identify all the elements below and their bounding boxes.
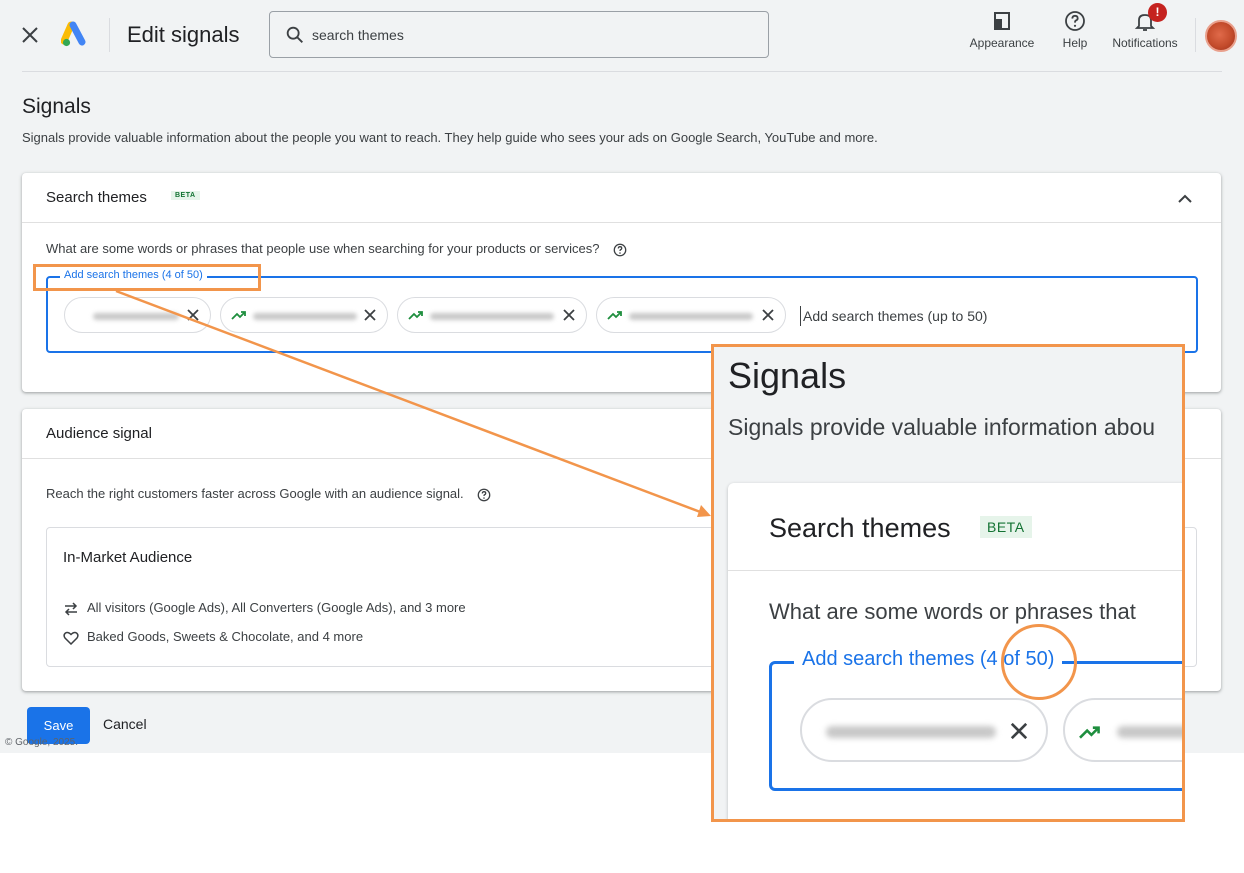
cancel-button[interactable]: Cancel [103,716,147,732]
audience-row-visitors: All visitors (Google Ads), All Converter… [63,600,466,616]
add-search-theme-input[interactable] [800,306,1180,326]
redacted-text [1117,726,1182,738]
appearance-icon [994,12,1010,30]
redacted-text [629,313,753,320]
zoom-field: Add search themes (4 of 50) [769,648,1182,791]
redacted-text [253,313,357,320]
zoom-beta-badge: BETA [980,516,1032,538]
trending-up-icon [408,311,423,320]
signals-heading: Signals [22,95,91,118]
notifications-button[interactable]: Notifications ! [1106,3,1184,50]
swap-arrows-icon [64,602,78,616]
zoom-callout: Signals Signals provide valuable informa… [711,344,1185,822]
annotation-circle [1001,624,1077,700]
remove-chip-icon[interactable] [759,306,777,324]
avatar[interactable] [1205,20,1237,52]
zoom-search-themes-card: Search themes BETA What are some words o… [728,483,1182,819]
remove-chip-icon [1010,722,1028,740]
remove-chip-icon[interactable] [361,306,379,324]
search-icon [286,26,303,43]
signals-description: Signals provide valuable information abo… [22,130,878,145]
redacted-text [430,313,554,320]
search-input[interactable] [312,23,742,47]
zoom-heading: Signals [728,355,847,396]
google-ads-logo-icon[interactable] [60,21,89,49]
search-themes-header[interactable]: Search themes BETA [22,173,1221,223]
help-circle-icon[interactable] [477,488,491,502]
zoom-card-title: Search themes [769,513,951,543]
top-bar: Edit signals Appearance Help Notificatio… [0,0,1244,72]
header-divider [109,18,110,52]
help-icon [1065,11,1085,31]
help-button[interactable]: Help [1056,10,1094,50]
trending-up-icon [607,311,622,320]
copyright-footer: © Google, 2025. [5,737,78,748]
audience-description: Reach the right customers faster across … [46,486,491,502]
redacted-text [826,726,996,738]
audience-description-text: Reach the right customers faster across … [46,486,464,501]
heart-icon [63,631,79,645]
header-divider-right [1195,18,1196,52]
appearance-label: Appearance [969,36,1035,50]
trending-up-icon [231,311,246,320]
audience-signal-title: Audience signal [46,425,152,442]
zoom-card-header: Search themes BETA [728,483,1182,571]
remove-chip-icon[interactable] [560,306,578,324]
zoom-chip [1063,698,1182,762]
appearance-button[interactable]: Appearance [966,10,1038,50]
help-label: Help [1062,36,1088,50]
header-bottom-divider [22,71,1222,72]
zoom-content: Signals Signals provide valuable informa… [714,347,1182,819]
search-theme-chip[interactable] [397,297,587,333]
search-themes-question: What are some words or phrases that peop… [46,241,627,257]
page-title: Edit signals [127,22,240,47]
search-field[interactable] [269,11,769,58]
chevron-up-icon[interactable] [1175,189,1195,209]
zoom-question: What are some words or phrases that [769,599,1136,624]
trending-up-icon [1079,726,1100,739]
audience-row-interests-text: Baked Goods, Sweets & Chocolate, and 4 m… [87,629,364,644]
notification-badge: ! [1148,3,1167,22]
audience-row-visitors-text: All visitors (Google Ads), All Converter… [87,600,466,615]
notifications-label: Notifications [1112,36,1178,50]
help-circle-icon[interactable] [613,243,627,257]
zoom-chip [800,698,1048,762]
audience-box-title: In-Market Audience [63,549,193,566]
redacted-text [93,313,179,320]
zoom-description: Signals provide valuable information abo… [728,414,1156,440]
search-theme-chip[interactable] [64,297,211,333]
annotation-highlight-box [33,264,261,291]
close-icon[interactable] [18,23,42,47]
search-themes-question-text: What are some words or phrases that peop… [46,241,600,256]
search-themes-title: Search themes [46,189,147,206]
beta-badge: BETA [171,191,200,200]
remove-chip-icon[interactable] [184,306,202,324]
audience-row-interests: Baked Goods, Sweets & Chocolate, and 4 m… [63,629,363,645]
search-theme-chip[interactable] [596,297,786,333]
search-theme-chip[interactable] [220,297,388,333]
